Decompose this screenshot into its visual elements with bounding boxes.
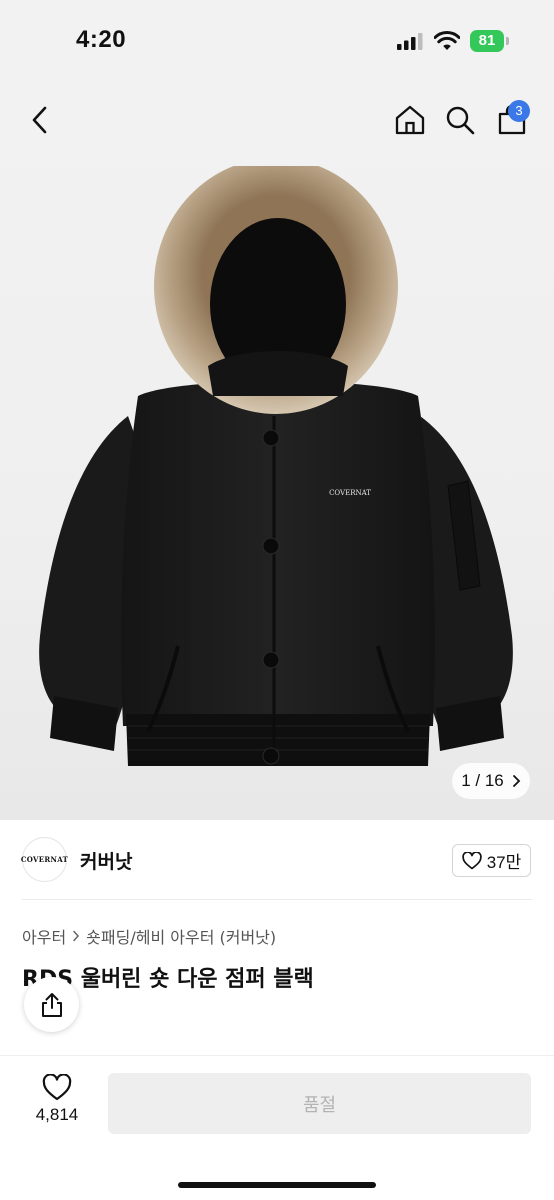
battery-icon: 81 xyxy=(470,30,510,52)
breadcrumb: 아우터 숏패딩/헤비 아우터 (커버낫) xyxy=(22,924,276,948)
divider xyxy=(22,899,532,900)
breadcrumb-category[interactable]: 아우터 xyxy=(22,924,66,948)
heart-icon xyxy=(42,1074,72,1101)
search-icon xyxy=(446,106,475,135)
heart-icon xyxy=(461,851,482,869)
status-time: 4:20 xyxy=(76,26,127,53)
brand-name[interactable]: 커버낫 xyxy=(80,847,132,874)
sold-out-button[interactable]: 품절 xyxy=(108,1073,531,1134)
search-button[interactable] xyxy=(440,100,480,140)
brand-like-button[interactable]: 37만 xyxy=(452,844,531,877)
brand-like-count: 37만 xyxy=(486,853,522,872)
share-icon xyxy=(41,992,62,1017)
share-button[interactable] xyxy=(24,977,79,1032)
product-photo-jacket: COVERNAT xyxy=(39,166,513,766)
wishlist-button[interactable]: 4,814 xyxy=(22,1074,92,1134)
bottom-action-bar: 4,814 품절 xyxy=(0,1056,554,1200)
home-indicator xyxy=(178,1182,376,1188)
battery-level: 81 xyxy=(470,30,504,52)
home-button[interactable] xyxy=(390,100,430,140)
breadcrumb-subcategory[interactable]: 숏패딩/헤비 아우터 (커버낫) xyxy=(86,924,276,948)
home-icon xyxy=(395,105,425,135)
wifi-icon xyxy=(434,31,460,50)
product-image-gallery[interactable]: 3 COVERNAT 1 / 16 xyxy=(0,80,554,820)
image-pager[interactable]: 1 / 16 xyxy=(452,763,530,799)
pager-count: 1 / 16 xyxy=(461,771,504,790)
cart-badge: 3 xyxy=(508,100,530,122)
back-icon xyxy=(32,106,47,134)
chevron-right-icon xyxy=(73,930,80,942)
brand-row[interactable]: COVERNAT 커버낫 37만 xyxy=(0,820,554,900)
wishlist-count: 4,814 xyxy=(35,1105,79,1124)
chevron-right-icon xyxy=(512,775,521,787)
status-bar: 4:20 81 xyxy=(0,0,554,80)
cellular-signal-icon xyxy=(397,33,423,50)
brand-logo[interactable]: COVERNAT xyxy=(21,837,68,882)
chest-logo: COVERNAT xyxy=(329,489,371,497)
back-button[interactable] xyxy=(20,100,60,140)
